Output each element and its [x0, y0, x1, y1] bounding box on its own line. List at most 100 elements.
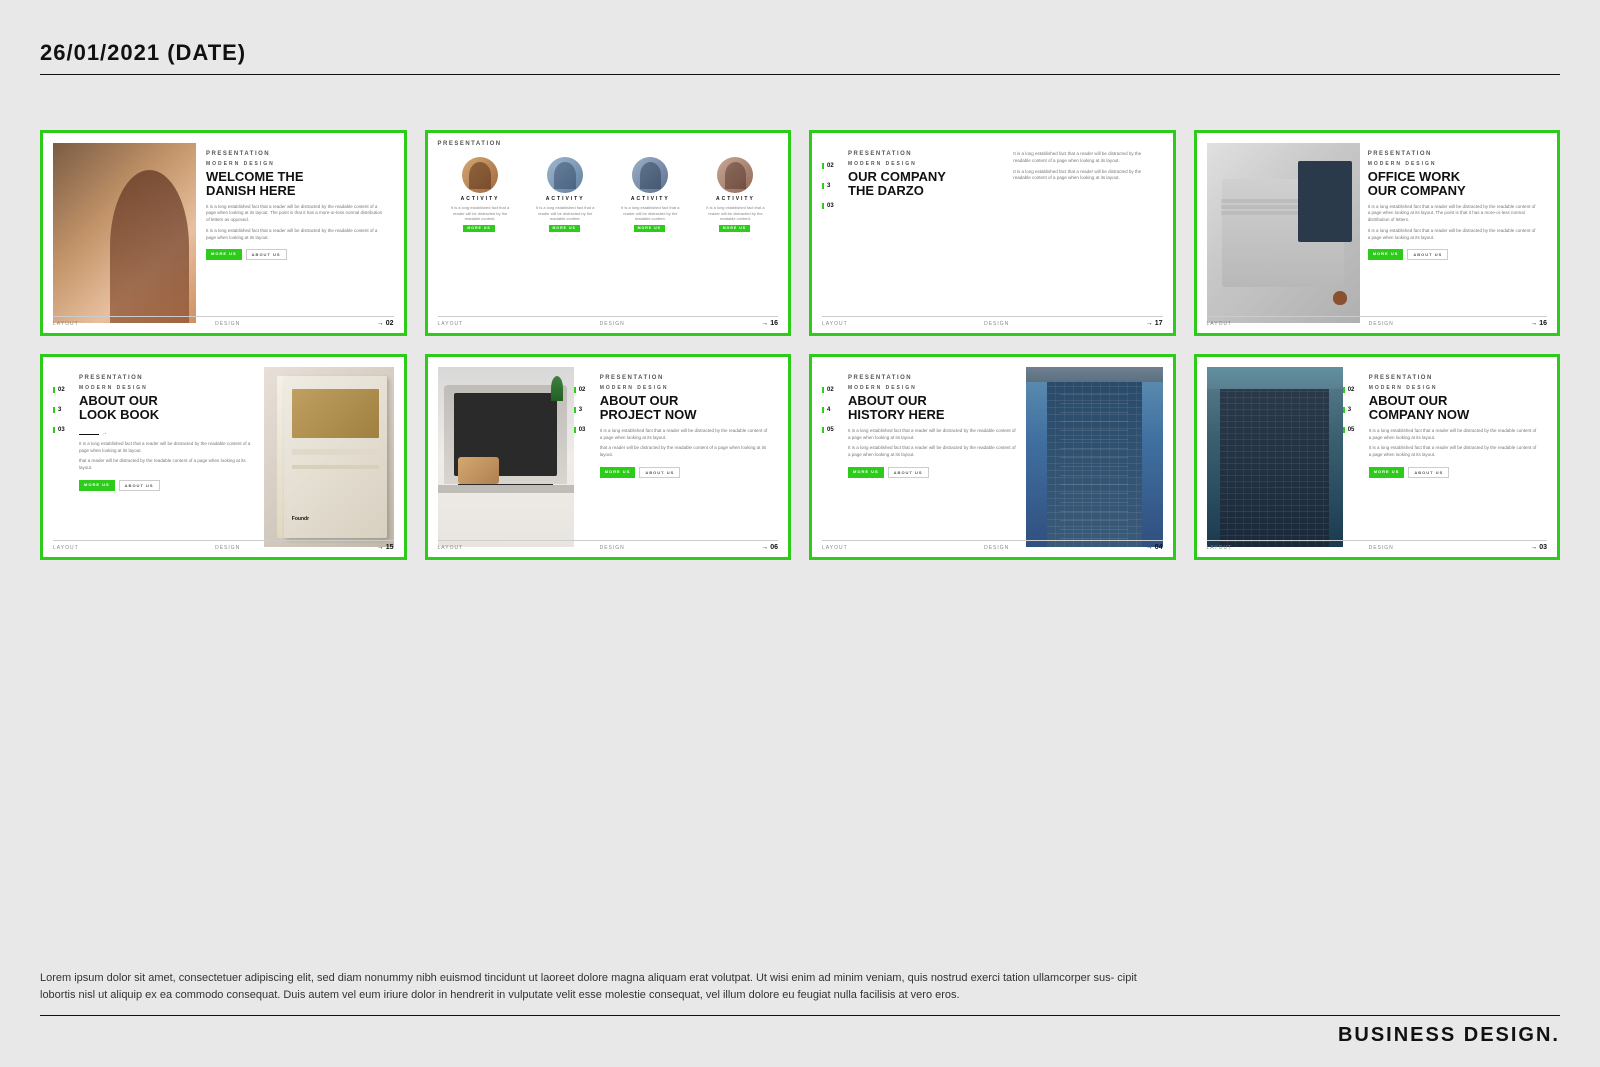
slide-3-nums: 02 3 03 — [822, 143, 840, 323]
slide-4-label: PRESENTATION — [1368, 151, 1539, 157]
slide-5-num1: 02 — [53, 387, 71, 393]
slide-2-footer-design: DESIGN — [600, 321, 625, 327]
slide-5-title: ABOUT OURLOOK BOOK — [79, 394, 256, 423]
slide-1-footer-design: DESIGN — [215, 321, 240, 327]
slide-8-footer-design: DESIGN — [1369, 545, 1394, 551]
slide-4-body: It is a long established fact that a rea… — [1368, 204, 1539, 224]
slide-1-btn1[interactable]: MORE US — [206, 249, 242, 260]
slide-8-title: ABOUT OURCOMPANY NOW — [1369, 394, 1539, 423]
activity-1: ACTIVITY It is a long established fact t… — [450, 157, 510, 232]
slide-6-num1: 02 — [574, 387, 592, 393]
slide-3-subtitle: MODERN DESIGN — [848, 161, 1001, 167]
slide-6-num2: 3 — [574, 407, 592, 413]
header-title: 26/01/2021 (DATE) — [40, 40, 1560, 66]
slide-7-footer-layout: LAYOUT — [822, 545, 848, 551]
slide-6-label: PRESENTATION — [600, 375, 770, 381]
slide-8-btn1[interactable]: MORE US — [1369, 467, 1405, 478]
slide-5: 02 3 03 PRESENTATION MODERN DESIGN ABOUT… — [40, 354, 407, 560]
slide-6-subtitle: MODERN DESIGN — [600, 385, 770, 391]
slide-7-image — [1026, 367, 1162, 547]
slide-8-num3: 05 — [1343, 427, 1361, 433]
slide-6-btn1[interactable]: MORE US — [600, 467, 636, 478]
slide-7-footer-design: DESIGN — [984, 545, 1009, 551]
footer-brand: BUSINESS DESIGN. — [40, 1024, 1560, 1047]
slide-6-nums: 02 3 03 — [574, 367, 592, 547]
slide-3-footer-num: → 17 — [1146, 320, 1163, 327]
slide-4-image — [1207, 143, 1360, 323]
slide-1-title: WELCOME THEDANISH HERE — [206, 170, 386, 199]
slide-4-footer-num: → 16 — [1530, 320, 1547, 327]
slide-8-nums: 02 3 05 — [1343, 367, 1361, 547]
activity-3: ACTIVITY It is a long established fact t… — [620, 157, 680, 232]
slide-3-footer-layout: LAYOUT — [822, 321, 848, 327]
slide-3-right: It is a long established fact that a rea… — [1009, 143, 1162, 323]
slide-7-btn2[interactable]: ABOUT US — [888, 467, 929, 478]
activity-2-desc: It is a long established fact that a rea… — [535, 205, 595, 222]
slide-7-footer: LAYOUT DESIGN → 04 — [822, 540, 1163, 551]
slide-8: 02 3 05 PRESENTATION MODERN DESIGN ABOUT… — [1194, 354, 1561, 560]
slide-5-num2: 3 — [53, 407, 71, 413]
header-line — [40, 74, 1560, 75]
slides-grid: PRESENTATION MODERN DESIGN WELCOME THEDA… — [40, 130, 1560, 560]
slide-8-image — [1207, 367, 1343, 547]
slide-7-content: PRESENTATION MODERN DESIGN ABOUT OURHIST… — [840, 367, 1026, 547]
slide-5-footer-num: → 15 — [377, 544, 394, 551]
slide-7-btn1[interactable]: MORE US — [848, 467, 884, 478]
footer-text: Lorem ipsum dolor sit amet, consectetuer… — [40, 970, 1140, 1005]
slide-8-city — [1207, 367, 1343, 547]
activity-4: ACTIVITY It is a long established fact t… — [705, 157, 765, 232]
slide-8-body: It is a long established fact that a rea… — [1369, 428, 1539, 442]
activity-1-desc: It is a long established fact that a rea… — [450, 205, 510, 222]
slide-1-footer: LAYOUT DESIGN → 02 — [53, 316, 394, 327]
slide-5-footer-design: DESIGN — [215, 545, 240, 551]
slide-1-footer-num: → 02 — [377, 320, 394, 327]
slide-1-buttons: MORE US ABOUT US — [206, 249, 386, 260]
slide-8-footer-layout: LAYOUT — [1207, 545, 1233, 551]
slide-3-content: PRESENTATION MODERN DESIGN OUR COMPANYTH… — [840, 143, 1009, 323]
slide-1-label: PRESENTATION — [206, 151, 386, 157]
slide-5-btn2[interactable]: ABOUT US — [119, 480, 160, 491]
slide-1-body: It is a long established fact that a rea… — [206, 204, 386, 224]
slide-3-title: OUR COMPANYTHE DARZO — [848, 170, 1001, 199]
activity-2-btn[interactable]: MORE US — [549, 225, 580, 232]
activity-3-btn[interactable]: MORE US — [634, 225, 665, 232]
slide-8-num1: 02 — [1343, 387, 1361, 393]
slide-2-footer: LAYOUT DESIGN → 16 — [438, 316, 779, 327]
slide-8-footer: LAYOUT DESIGN → 03 — [1207, 540, 1548, 551]
slide-7: 02 4 05 PRESENTATION MODERN DESIGN ABOUT… — [809, 354, 1176, 560]
slide-6-content: PRESENTATION MODERN DESIGN ABOUT OURPROJ… — [592, 367, 778, 547]
slide-3: 02 3 03 PRESENTATION MODERN DESIGN OUR C… — [809, 130, 1176, 336]
slide-1: PRESENTATION MODERN DESIGN WELCOME THEDA… — [40, 130, 407, 336]
slide-8-btn2[interactable]: ABOUT US — [1408, 467, 1449, 478]
slide-2-footer-layout: LAYOUT — [438, 321, 464, 327]
slide-5-image: Foundr — [264, 367, 393, 547]
slide-7-title: ABOUT OURHISTORY HERE — [848, 394, 1018, 423]
slide-1-image — [53, 143, 196, 323]
slide-3-label: PRESENTATION — [848, 151, 1001, 157]
slide-7-buttons: MORE US ABOUT US — [848, 467, 1018, 478]
slide-8-num2: 3 — [1343, 407, 1361, 413]
activity-2: ACTIVITY It is a long established fact t… — [535, 157, 595, 232]
slide-5-btn1[interactable]: MORE US — [79, 480, 115, 491]
activity-4-btn[interactable]: MORE US — [719, 225, 750, 232]
activity-1-btn[interactable]: MORE US — [463, 225, 494, 232]
slide-6-btn2[interactable]: ABOUT US — [639, 467, 680, 478]
slide-3-num2: 3 — [822, 183, 840, 189]
slide-5-nums: 02 3 03 — [53, 367, 71, 547]
slide-2-footer-num: → 16 — [761, 320, 778, 327]
slide-7-building — [1026, 367, 1162, 547]
slide-2-label: PRESENTATION — [438, 141, 779, 147]
slide-4-btn2[interactable]: ABOUT US — [1407, 249, 1448, 260]
slide-5-buttons: MORE US ABOUT US — [79, 480, 256, 491]
slide-4-keyboard — [1207, 143, 1360, 323]
slide-1-body2: It is a long established fact that a rea… — [206, 228, 386, 242]
slide-5-body2: that a reader will be distracted by the … — [79, 458, 256, 472]
slide-1-footer-layout: LAYOUT — [53, 321, 79, 327]
slide-4-btn1[interactable]: MORE US — [1368, 249, 1404, 260]
slide-3-body2: It is a long established fact that a rea… — [1013, 169, 1158, 183]
slide-4-footer: LAYOUT DESIGN → 16 — [1207, 316, 1548, 327]
slide-1-btn2[interactable]: ABOUT US — [246, 249, 287, 260]
slide-6-title: ABOUT OURPROJECT NOW — [600, 394, 770, 423]
slide-5-subtitle: MODERN DESIGN — [79, 385, 256, 391]
activity-4-img — [717, 157, 753, 193]
